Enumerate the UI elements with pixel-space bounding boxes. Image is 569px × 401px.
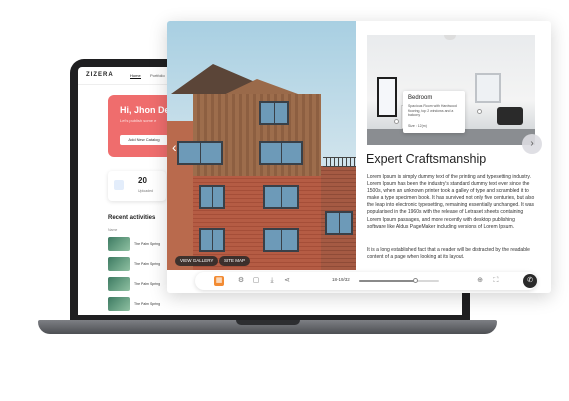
app-logo[interactable]: ZIZERA — [86, 72, 114, 78]
house-window — [325, 211, 353, 235]
gear-icon[interactable]: ⚙ — [236, 276, 246, 286]
recent-name-header: Name — [108, 228, 118, 232]
page-slider[interactable] — [359, 278, 439, 283]
chevron-left-icon[interactable]: ‹ — [172, 139, 177, 155]
laptop-notch — [236, 320, 300, 325]
bedroom-title: Bedroom — [408, 95, 433, 101]
fullscreen-icon[interactable]: ⛶ — [491, 276, 501, 286]
house-window — [263, 185, 299, 209]
page-slider-knob[interactable] — [412, 278, 418, 283]
catalog-thumbnail — [108, 237, 130, 251]
grid-view-icon[interactable]: ▦ — [214, 276, 224, 286]
page-heading: Expert Craftsmanship — [366, 152, 487, 166]
site-map-button[interactable]: SITE MAP — [219, 256, 251, 266]
recent-activities-title: Recent activities — [108, 215, 156, 221]
bookmark-icon[interactable]: ▢ — [251, 276, 261, 286]
catalog-name: The Palm Spring — [134, 262, 161, 266]
viewer-toolbar: ▦ ⚙ ▢ ⤓ ⋖ 18-19/32 ⊕ ⛶ — [195, 272, 537, 290]
list-item[interactable]: The Palm Spring — [108, 297, 178, 311]
stat-label: Uploaded — [138, 189, 153, 193]
view-gallery-button[interactable]: VIEW GALLERY — [175, 256, 219, 266]
nav-home[interactable]: Home — [130, 73, 141, 79]
house-window — [263, 228, 299, 252]
download-icon[interactable]: ⤓ — [267, 276, 277, 286]
hotspot-dot[interactable] — [394, 119, 399, 124]
page-indicator: 18-19/32 — [332, 277, 350, 282]
add-catalog-button[interactable]: Add New Catalog — [120, 135, 168, 145]
phone-icon[interactable]: ✆ — [523, 274, 537, 288]
share-icon[interactable]: ⋖ — [282, 276, 292, 286]
house-photo: ‹ VIEW GALLERY SITE MAP — [167, 21, 356, 270]
body-paragraph: Lorem Ipsum is simply dummy text of the … — [367, 174, 535, 230]
ceiling-lamp — [444, 35, 456, 40]
bedroom-size: Size : 12(m) — [408, 124, 427, 128]
room-window — [377, 77, 397, 117]
zoom-icon[interactable]: ⊕ — [475, 276, 485, 286]
catalog-viewer: ‹ VIEW GALLERY SITE MAP Bedroom Spacious… — [167, 21, 551, 293]
welcome-title: Hi, Jhon De — [120, 105, 170, 115]
upload-icon — [114, 180, 124, 190]
house-window — [199, 228, 225, 252]
stat-value: 20 — [138, 176, 147, 185]
page-slider-fill — [359, 280, 415, 282]
hotspot-dot[interactable] — [477, 109, 482, 114]
nav-portfolio[interactable]: Portfolio — [150, 73, 165, 78]
catalog-name: The Palm Spring — [134, 282, 161, 286]
uploaded-stat-card: 20 Uploaded — [108, 171, 166, 201]
bedroom-description: Spacious Room with Hardwood flooring, to… — [408, 104, 457, 117]
house-window — [259, 101, 289, 125]
bedroom-info-card: Bedroom Spacious Room with Hardwood floo… — [403, 91, 465, 133]
house-window — [177, 141, 223, 165]
house-window — [259, 141, 303, 165]
catalog-name: The Palm Spring — [134, 302, 161, 306]
room-window — [475, 73, 501, 103]
catalog-thumbnail — [108, 257, 130, 271]
room-chair — [497, 107, 523, 125]
catalog-name: The Palm Spring — [134, 242, 161, 246]
stage: ZIZERA Home Portfolio Hi, Jhon De Let's … — [0, 0, 569, 401]
welcome-subtitle: Let's publish some e — [120, 118, 157, 123]
balcony-rail — [323, 157, 356, 167]
chevron-right-icon[interactable]: › — [522, 134, 542, 154]
catalog-thumbnail — [108, 297, 130, 311]
house-window — [199, 185, 225, 209]
catalog-thumbnail — [108, 277, 130, 291]
body-paragraph: It is a long established fact that a rea… — [367, 247, 530, 261]
